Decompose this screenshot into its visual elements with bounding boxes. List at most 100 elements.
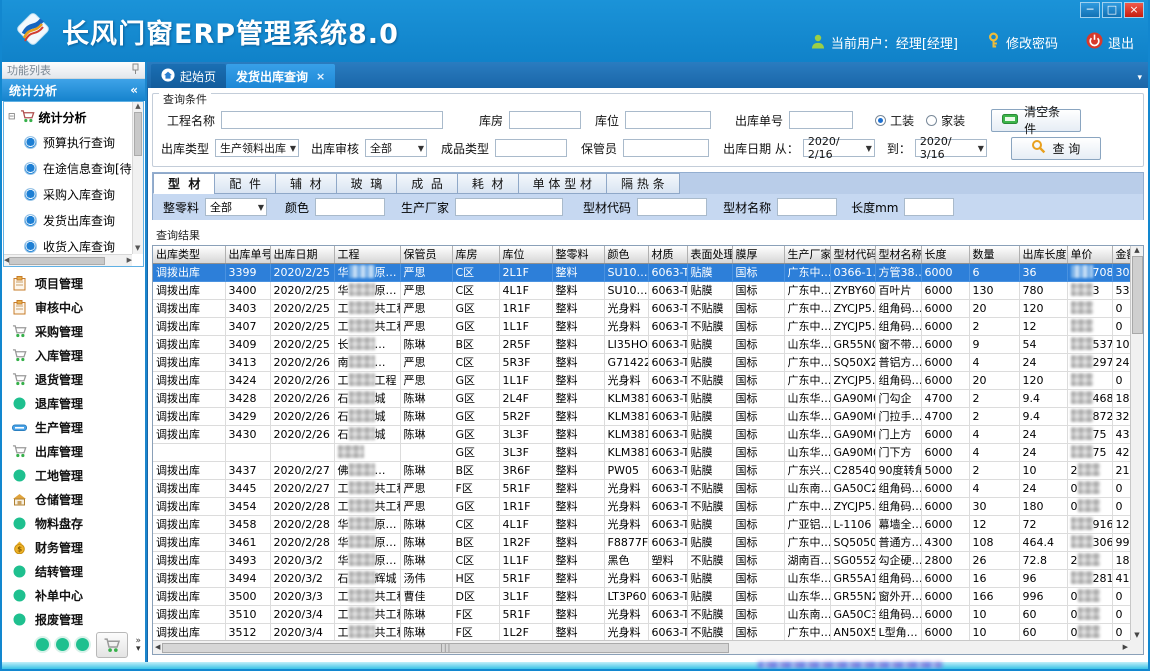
table-row[interactable]: 调拨出库34282020/2/26石城陈琳G区2L4F整料KLM38176063… <box>153 389 1130 407</box>
sidebar-item-13[interactable]: 补单中心 <box>2 583 145 607</box>
location-input[interactable] <box>625 111 711 129</box>
clear-conditions-button[interactable]: 清空条件 <box>991 109 1081 132</box>
table-row[interactable]: 调拨出库34242020/2/26工工程严思G区1L1F整料光身料6063-T5… <box>153 371 1130 389</box>
column-header-loc[interactable]: 库位 <box>499 246 552 263</box>
search-button[interactable]: 查 询 <box>1011 137 1101 160</box>
length-input[interactable] <box>904 198 954 216</box>
material-tab-2[interactable]: 辅 材 <box>275 173 337 194</box>
column-header-proj[interactable]: 工程 <box>334 246 400 263</box>
maximize-button[interactable]: □ <box>1102 2 1122 18</box>
column-header-date[interactable]: 出库日期 <box>270 246 334 263</box>
table-row[interactable]: 调拨出库35122020/3/4工共工程陈琳F区1L2F整料光身料6063-T5… <box>153 623 1130 640</box>
table-vertical-scrollbar[interactable]: ▲▼ <box>1130 246 1143 640</box>
sidebar-item-2[interactable]: 采购管理 <box>2 319 145 343</box>
material-tab-3[interactable]: 玻 璃 <box>336 173 398 194</box>
column-header-no[interactable]: 出库单号 <box>225 246 270 263</box>
column-header-whole[interactable]: 整零料 <box>552 246 604 263</box>
product-type-input[interactable] <box>495 139 567 157</box>
collapse-icon[interactable]: « <box>130 83 138 97</box>
column-header-type[interactable]: 出库类型 <box>153 246 225 263</box>
project-name-input[interactable] <box>221 111 443 129</box>
material-tab-7[interactable]: 隔 热 条 <box>606 173 680 194</box>
sidebar-item-6[interactable]: 生产管理 <box>2 415 145 439</box>
table-row[interactable]: 调拨出库34002020/2/25华原…严思C区4L1F整料SU10…6063-… <box>153 281 1130 299</box>
keeper-input[interactable] <box>623 139 709 157</box>
whole-part-combo[interactable]: 全部▼ <box>205 198 267 216</box>
column-header-amount[interactable]: 金额 <box>1112 246 1130 263</box>
table-row[interactable]: 调拨出库35102020/3/4工共工程陈琳F区5R1F整料光身料6063-T5… <box>153 605 1130 623</box>
column-header-keeper[interactable]: 保管员 <box>400 246 452 263</box>
table-row[interactable]: 调拨出库34612020/2/28华原…陈琳B区1R2F整料F8877FT606… <box>153 533 1130 551</box>
nav-dot-icon[interactable] <box>36 638 49 651</box>
color-input[interactable] <box>315 198 385 216</box>
tab-close-icon[interactable]: × <box>316 70 325 83</box>
table-row[interactable]: G区3L3F整料KLM38176063-T5贴膜国标山东华…GA90M09.门下… <box>153 443 1130 461</box>
out-type-combo[interactable]: 生产领料出库▼ <box>215 139 299 157</box>
table-row[interactable]: 调拨出库34132020/2/26南…严思C区5R3F整料G714226063-… <box>153 353 1130 371</box>
profile-name-input[interactable] <box>777 198 837 216</box>
column-header-film[interactable]: 膜厚 <box>732 246 784 263</box>
table-horizontal-scrollbar[interactable]: ◀ ||| ▶ <box>153 640 1130 654</box>
table-row[interactable]: 调拨出库34072020/2/25工共工程严思G区1L1F整料光身料6063-T… <box>153 317 1130 335</box>
close-button[interactable]: × <box>1124 2 1144 18</box>
sidebar-item-3[interactable]: 入库管理 <box>2 343 145 367</box>
storehouse-input[interactable] <box>509 111 581 129</box>
sidebar-section-statistics[interactable]: 统计分析 « <box>2 79 145 101</box>
tree-expander-icon[interactable]: ⊟ <box>8 112 16 122</box>
sidebar-item-12[interactable]: 结转管理 <box>2 559 145 583</box>
audit-combo[interactable]: 全部▼ <box>365 139 427 157</box>
sidebar-item-7[interactable]: 出库管理 <box>2 439 145 463</box>
nav-dot-icon[interactable] <box>56 638 69 651</box>
sidebar-item-5[interactable]: 退库管理 <box>2 391 145 415</box>
tab-list-dropdown-icon[interactable]: ▾ <box>1137 73 1142 83</box>
sidebar-item-9[interactable]: 仓储管理 <box>2 487 145 511</box>
profile-code-input[interactable] <box>637 198 707 216</box>
column-header-maker[interactable]: 生产厂家 <box>784 246 830 263</box>
table-row[interactable]: 调拨出库35002020/3/3工共工程曹佳D区3L1F整料LT3P606063… <box>153 587 1130 605</box>
tree-item-0[interactable]: 预算执行查询 <box>8 129 132 155</box>
nav-dot-icon[interactable] <box>76 638 89 651</box>
doc-no-input[interactable] <box>789 111 853 129</box>
tab-home[interactable]: 起始页 <box>151 64 226 88</box>
column-header-qty[interactable]: 数量 <box>969 246 1019 263</box>
minimize-button[interactable]: ─ <box>1080 2 1100 18</box>
table-row[interactable]: 调拨出库34932020/3/2华原…陈琳C区1L1F整料黑色塑料不贴膜国标湖南… <box>153 551 1130 569</box>
material-tab-1[interactable]: 配 件 <box>214 173 276 194</box>
tree-root-statistics[interactable]: ⊟ 统计分析 <box>8 105 132 129</box>
material-tab-0[interactable]: 型 材 <box>153 173 215 194</box>
column-header-outlen[interactable]: 出库长度 <box>1019 246 1067 263</box>
table-row[interactable]: 调拨出库34372020/2/27佛…陈琳B区3R6F整料PW056063-T5… <box>153 461 1130 479</box>
sidebar-item-1[interactable]: 审核中心 <box>2 295 145 319</box>
column-header-code[interactable]: 型材代码 <box>830 246 875 263</box>
tree-item-2[interactable]: 采购入库查询 <box>8 181 132 207</box>
pin-icon[interactable] <box>131 63 140 78</box>
maker-input[interactable] <box>455 198 563 216</box>
sidebar-item-11[interactable]: $财务管理 <box>2 535 145 559</box>
tab-shipment-outbound-query[interactable]: 发货出库查询 × <box>226 64 335 88</box>
tree-horizontal-scrollbar[interactable]: ◀▶ <box>4 254 132 266</box>
sidebar-item-8[interactable]: 工地管理 <box>2 463 145 487</box>
date-from-picker[interactable]: 2020/ 2/16▼ <box>803 139 875 157</box>
sidebar-item-0[interactable]: 项目管理 <box>2 271 145 295</box>
table-row[interactable]: 调拨出库34302020/2/26石城陈琳G区3L3F整料KLM38176063… <box>153 425 1130 443</box>
table-row[interactable]: 调拨出库33992020/2/25华原…严思C区2L1F整料SU10…6063-… <box>153 263 1130 281</box>
column-header-len[interactable]: 长度 <box>921 246 969 263</box>
material-tab-5[interactable]: 耗 材 <box>457 173 519 194</box>
column-header-name[interactable]: 型材名称 <box>875 246 921 263</box>
table-row[interactable]: 调拨出库34032020/2/25工共工程严思G区1R1F整料光身料6063-T… <box>153 299 1130 317</box>
nav-cart-button[interactable] <box>96 632 128 658</box>
tree-vertical-scrollbar[interactable]: ▲▼ <box>132 102 143 254</box>
tree-item-4[interactable]: 收货入库查询 <box>8 233 132 254</box>
radio-gongzhuang[interactable]: 工装 <box>875 112 914 129</box>
table-row[interactable]: 调拨出库34582020/2/28华原…陈琳C区4L1F整料光身料6063-T5… <box>153 515 1130 533</box>
tree-item-3[interactable]: 发货出库查询 <box>8 207 132 233</box>
nav-overflow-button[interactable]: »▾ <box>135 637 141 653</box>
tree-item-1[interactable]: 在途信息查询[待 <box>8 155 132 181</box>
table-row[interactable]: 调拨出库34092020/2/25长…陈琳B区2R5F整料LI35HO6063-… <box>153 335 1130 353</box>
column-header-surf[interactable]: 表面处理 <box>687 246 732 263</box>
sidebar-item-10[interactable]: 物料盘存 <box>2 511 145 535</box>
sidebar-item-14[interactable]: 报废管理 <box>2 607 145 631</box>
material-tab-4[interactable]: 成 品 <box>396 173 458 194</box>
column-header-mat[interactable]: 材质 <box>648 246 687 263</box>
change-password-button[interactable]: 修改密码 <box>986 32 1058 53</box>
